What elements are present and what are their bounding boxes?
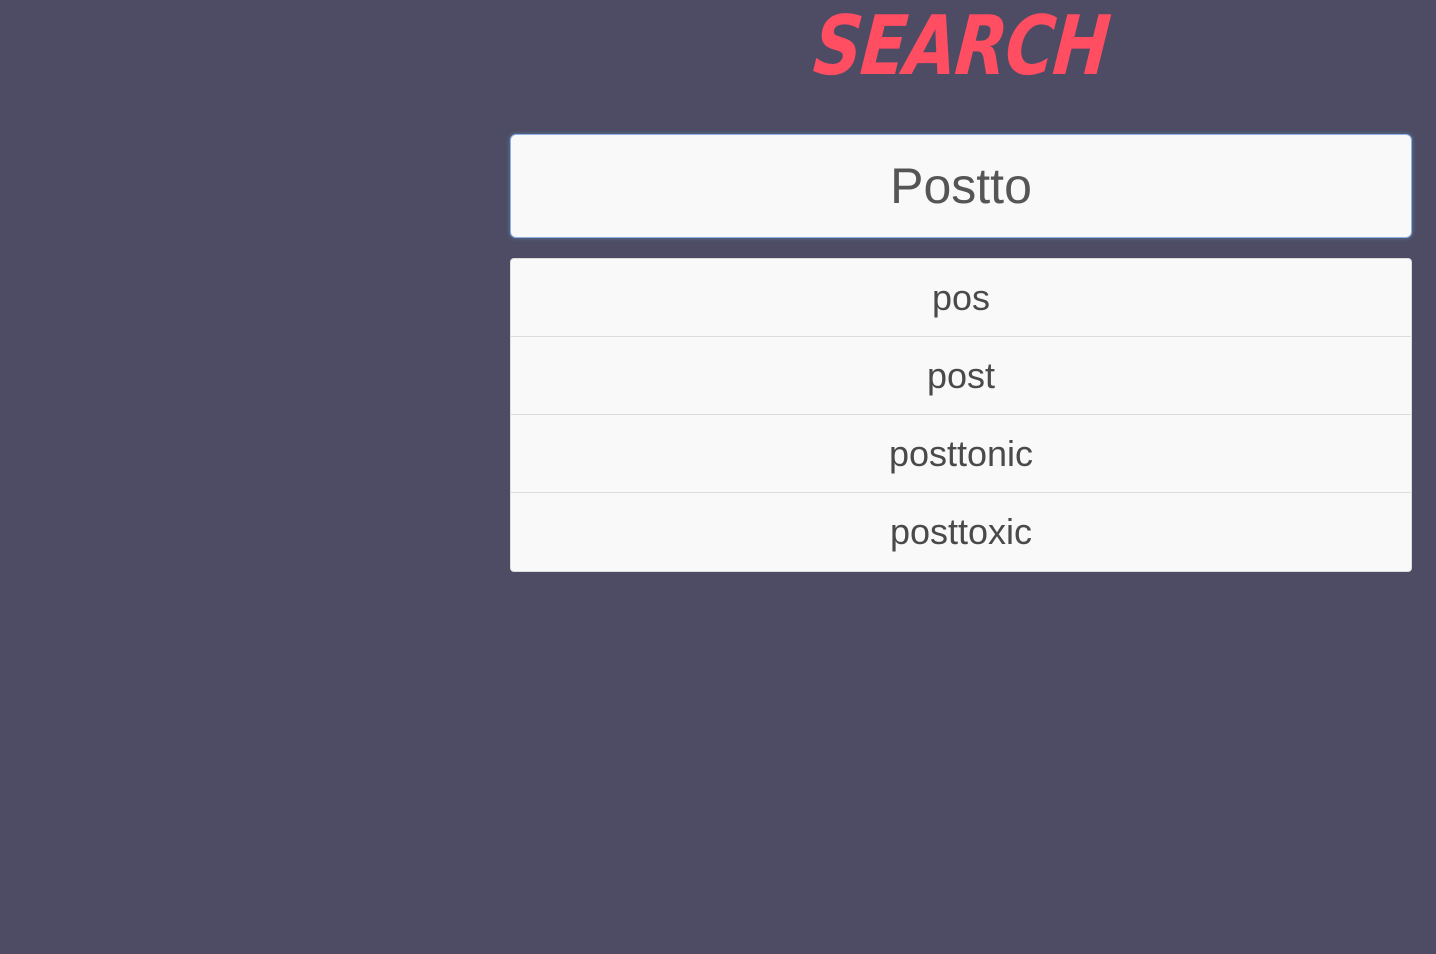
search-input[interactable] xyxy=(511,135,1411,237)
suggestion-item[interactable]: posttonic xyxy=(511,415,1411,493)
suggestion-item[interactable]: posttoxic xyxy=(511,493,1411,571)
suggestion-item[interactable]: post xyxy=(511,337,1411,415)
search-page: SEARCH pos post posttonic posttoxic xyxy=(0,0,1436,954)
search-box xyxy=(510,134,1412,238)
suggestion-item[interactable]: pos xyxy=(511,259,1411,337)
page-title: SEARCH xyxy=(809,0,1113,94)
suggestion-list: pos post posttonic posttoxic xyxy=(510,258,1412,572)
page-title-container: SEARCH xyxy=(510,0,1412,100)
